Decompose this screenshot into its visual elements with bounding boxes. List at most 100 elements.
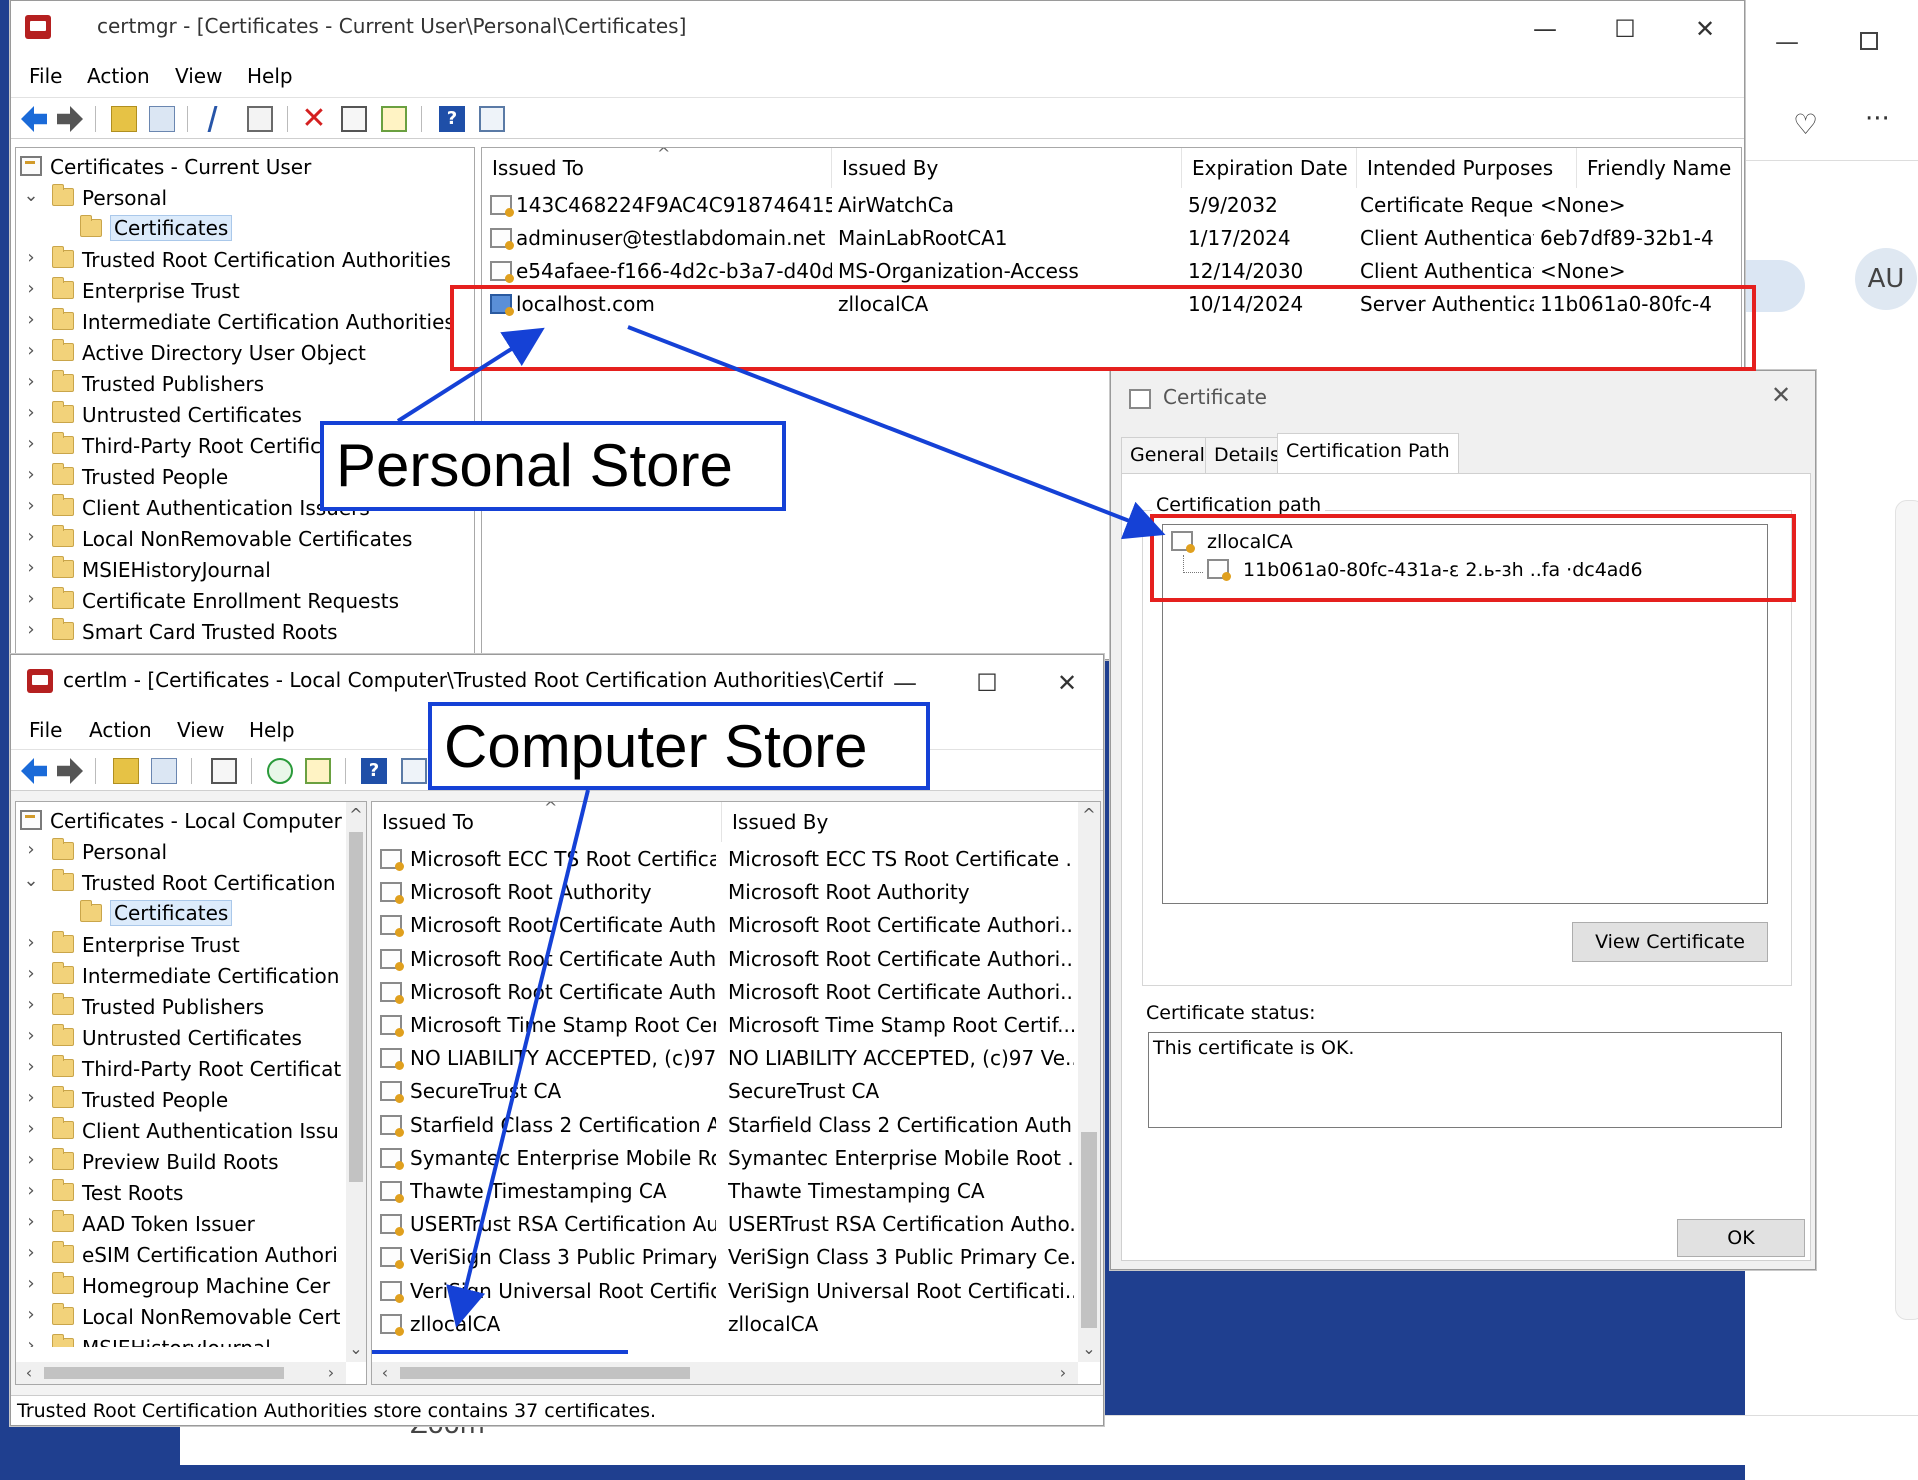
collapsed-chevron-icon[interactable]: ›	[22, 1118, 40, 1139]
scroll-down-arrow[interactable]: ⌄	[345, 1338, 366, 1360]
refresh-icon[interactable]	[267, 758, 293, 784]
minimize-button[interactable]: —	[1775, 28, 1799, 56]
collapsed-chevron-icon[interactable]: ›	[22, 526, 40, 547]
expanded-chevron-icon[interactable]: ⌄	[22, 185, 40, 206]
collapsed-chevron-icon[interactable]: ›	[22, 1242, 40, 1263]
forward-icon[interactable]	[57, 106, 83, 132]
tree-item-certificates-current-user[interactable]: Certificates - Current User	[16, 152, 474, 183]
tree-item-intermediate-certification[interactable]: › Intermediate Certification	[16, 961, 346, 992]
tree-item-personal[interactable]: › Personal	[16, 837, 346, 868]
scroll-left-arrow[interactable]: ‹	[374, 1362, 396, 1384]
table-row[interactable]: Microsoft Root Certificate Auth... Micros…	[372, 912, 1078, 939]
collapsed-chevron-icon[interactable]: ›	[22, 495, 40, 516]
menu-view[interactable]: View	[175, 64, 222, 88]
tree-item-certificates[interactable]: Certificates	[16, 899, 346, 930]
table-row[interactable]: Microsoft Root Certificate Auth... Micros…	[372, 946, 1078, 973]
tree-vertical-scrollbar[interactable]: ^ ⌄	[346, 802, 366, 1362]
table-row[interactable]: Microsoft Root Authority Microsoft Root A…	[372, 879, 1078, 906]
tree-item-test-roots[interactable]: › Test Roots	[16, 1178, 346, 1209]
collapsed-chevron-icon[interactable]: ›	[22, 994, 40, 1015]
tree-item-certificates[interactable]: Certificates	[16, 214, 474, 245]
collapsed-chevron-icon[interactable]: ›	[22, 1087, 40, 1108]
collapsed-chevron-icon[interactable]: ›	[22, 932, 40, 953]
scroll-left-arrow[interactable]: ‹	[18, 1362, 40, 1384]
tree-item-homegroup-machine-cer[interactable]: › Homegroup Machine Cer	[16, 1271, 346, 1302]
maximize-button[interactable]: ☐	[1599, 9, 1651, 49]
scroll-thumb[interactable]	[1081, 1132, 1097, 1328]
scroll-right-arrow[interactable]: ›	[1052, 1362, 1074, 1384]
collapsed-chevron-icon[interactable]: ›	[22, 464, 40, 485]
table-row[interactable]: adminuser@testlabdomain.net ... MainLabRo…	[482, 225, 1741, 252]
maximize-button[interactable]	[1860, 32, 1878, 50]
tree-item-trusted-people[interactable]: › Trusted People	[16, 1085, 346, 1116]
menu-view[interactable]: View	[177, 718, 224, 742]
up-folder-icon[interactable]	[113, 758, 139, 784]
tree-item-esim-certification-authori[interactable]: › eSIM Certification Authori	[16, 1240, 346, 1271]
close-button[interactable]: ✕	[1771, 381, 1791, 409]
column-expiration-date[interactable]: Expiration Date	[1182, 148, 1357, 188]
ok-button[interactable]: OK	[1677, 1219, 1805, 1257]
scroll-thumb[interactable]	[400, 1367, 690, 1379]
table-row[interactable]: e54afaee-f166-4d2c-b3a7-d40d... MS-Organi…	[482, 258, 1741, 285]
column-intended-purposes[interactable]: Intended Purposes	[1357, 148, 1577, 188]
expanded-chevron-icon[interactable]: ⌄	[22, 870, 40, 891]
tree-item-smart-card-trusted-roots[interactable]: › Smart Card Trusted Roots	[16, 617, 474, 648]
column-friendly-name[interactable]: Friendly Name	[1577, 148, 1741, 188]
collapsed-chevron-icon[interactable]: ›	[22, 1273, 40, 1294]
scroll-up-arrow[interactable]: ^	[345, 804, 366, 826]
tree-item-personal[interactable]: ⌄ Personal	[16, 183, 474, 214]
tree-item-client-authentication-issu[interactable]: › Client Authentication Issu	[16, 1116, 346, 1147]
maximize-button[interactable]: ☐	[961, 663, 1013, 703]
tree-item-intermediate-certification-authorities[interactable]: › Intermediate Certification Authorities	[16, 307, 474, 338]
collapsed-chevron-icon[interactable]: ›	[22, 433, 40, 454]
collapsed-chevron-icon[interactable]: ›	[22, 278, 40, 299]
collapsed-chevron-icon[interactable]: ›	[22, 309, 40, 330]
tab-certification-path[interactable]: Certification Path	[1277, 433, 1459, 473]
tree-item-third-party-root-certificat[interactable]: › Third-Party Root Certificat	[16, 1054, 346, 1085]
tree-item-certificate-enrollment-requests[interactable]: › Certificate Enrollment Requests	[16, 586, 474, 617]
close-button[interactable]: ✕	[1679, 9, 1731, 49]
tree-item-msiehistoryjournal[interactable]: › MSIEHistoryJournal	[16, 1333, 346, 1347]
scroll-thumb[interactable]	[349, 832, 363, 1182]
collapsed-chevron-icon[interactable]: ›	[22, 1180, 40, 1201]
table-row[interactable]: Microsoft ECC TS Root Certifica... Micros…	[372, 846, 1078, 873]
tree-item-untrusted-certificates[interactable]: › Untrusted Certificates	[16, 1023, 346, 1054]
up-folder-icon[interactable]	[111, 106, 137, 132]
tree-item-enterprise-trust[interactable]: › Enterprise Trust	[16, 276, 474, 307]
collapsed-chevron-icon[interactable]: ›	[22, 371, 40, 392]
action-pane-icon[interactable]	[479, 106, 505, 132]
list-vertical-scrollbar[interactable]: ^ ⌄	[1078, 802, 1100, 1362]
clipboard-icon[interactable]	[211, 758, 237, 784]
help-icon[interactable]: ?	[439, 106, 465, 132]
table-row[interactable]: zllocalCA zllocalCA	[372, 1311, 1078, 1338]
table-row[interactable]: Starfield Class 2 Certification A... Star…	[372, 1112, 1078, 1139]
collapsed-chevron-icon[interactable]: ›	[22, 340, 40, 361]
table-row[interactable]: Thawte Timestamping CA Thawte Timestampin…	[372, 1178, 1078, 1205]
tree-item-local-nonremovable-cert[interactable]: › Local NonRemovable Cert	[16, 1302, 346, 1333]
cut-icon[interactable]	[207, 106, 229, 132]
minimize-button[interactable]: —	[1519, 9, 1571, 49]
show-hide-tree-icon[interactable]	[149, 106, 175, 132]
table-row[interactable]: SecureTrust CA SecureTrust CA	[372, 1078, 1078, 1105]
list-horizontal-scrollbar[interactable]: ‹ ›	[372, 1362, 1078, 1384]
back-icon[interactable]	[21, 758, 47, 784]
tree-item-preview-build-roots[interactable]: › Preview Build Roots	[16, 1147, 346, 1178]
column-issued-by[interactable]: Issued By	[832, 148, 1182, 188]
menu-action[interactable]: Action	[87, 64, 150, 88]
menu-help[interactable]: Help	[247, 64, 293, 88]
scroll-up-arrow[interactable]: ^	[1078, 804, 1100, 826]
tree-item-trusted-root-certification-authorities[interactable]: › Trusted Root Certification Authorities	[16, 245, 474, 276]
help-icon[interactable]: ?	[361, 758, 387, 784]
table-row[interactable]: Microsoft Time Stamp Root Cer... Microsof…	[372, 1012, 1078, 1039]
table-row[interactable]: NO LIABILITY ACCEPTED, (c)97 ... NO LIABI…	[372, 1045, 1078, 1072]
more-options-button[interactable]: ···	[1865, 104, 1890, 134]
menu-action[interactable]: Action	[89, 718, 152, 742]
tab-general[interactable]: General	[1121, 437, 1214, 473]
tree-item-certificates-local-computer[interactable]: Certificates - Local Computer	[16, 806, 346, 837]
table-row[interactable]: VeriSign Universal Root Certific... VeriS…	[372, 1278, 1078, 1305]
collapsed-chevron-icon[interactable]: ›	[22, 247, 40, 268]
menu-help[interactable]: Help	[249, 718, 295, 742]
close-button[interactable]: ✕	[1041, 663, 1093, 703]
menu-file[interactable]: File	[29, 64, 62, 88]
copy-icon[interactable]	[247, 106, 273, 132]
